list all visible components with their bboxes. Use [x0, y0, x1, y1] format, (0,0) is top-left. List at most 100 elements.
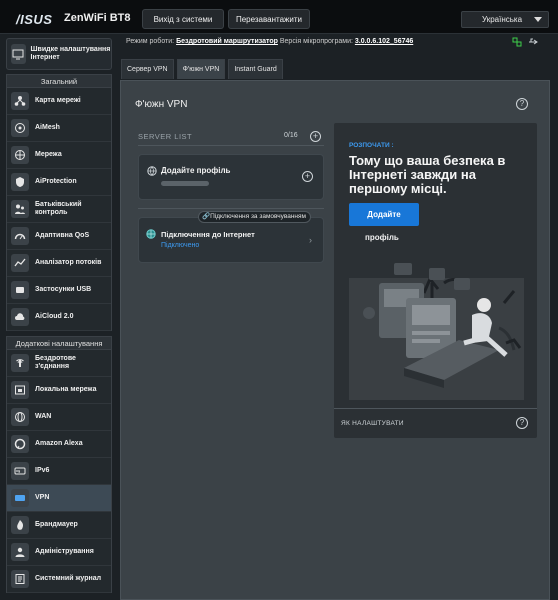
sidebar-item-label: AiProtection — [35, 178, 77, 185]
sidebar-item-label: AiCloud 2.0 — [35, 313, 74, 320]
default-connection-label: Підключення за замовчуванням — [210, 213, 306, 220]
divider — [138, 208, 324, 209]
sidebar-item-syslog[interactable]: Системний журнал — [7, 566, 111, 593]
chevron-down-icon — [534, 17, 542, 22]
internet-connection-card[interactable]: Підключення до Інтернет Підключено › — [138, 217, 324, 263]
server-count: 0/16 — [284, 132, 298, 139]
top-bar: /ISUS ZenWiFi BT8 Вихід з системи Переза… — [0, 0, 558, 34]
network-icon — [11, 146, 29, 164]
tab-vpn-server[interactable]: Сервер VPN — [121, 59, 174, 79]
add-profile-icon[interactable]: + — [302, 171, 313, 182]
link-icon: 🔗 — [202, 213, 211, 220]
add-profile-title: Додайте профіль — [161, 166, 231, 175]
sidebar-item-aimesh[interactable]: AiMesh — [7, 115, 111, 142]
quick-setup-icon — [11, 44, 26, 64]
network-map-icon — [11, 92, 29, 110]
sidebar-item-label: Адміністрування — [35, 548, 94, 555]
promo-card: РОЗПОЧАТИ : Тому що ваша безпека в Інтер… — [334, 123, 537, 438]
sidebar-item-qos[interactable]: Адаптивна QoS — [7, 223, 111, 250]
sidebar-item-network[interactable]: Мережа — [7, 142, 111, 169]
vpn-illustration — [349, 263, 524, 400]
help-icon[interactable]: ? — [516, 417, 528, 429]
main-panel: Ф'южн VPN ? SERVER LIST 0/16 + Додайте п… — [120, 80, 550, 600]
sidebar-item-aicloud[interactable]: AiCloud 2.0 — [7, 304, 111, 331]
sidebar-item-label: VPN — [35, 494, 50, 501]
firmware-link[interactable]: 3.0.0.6.102_56746 — [355, 38, 413, 45]
vpn-icon — [11, 489, 29, 507]
sidebar-item-usb[interactable]: Застосунки USB — [7, 277, 111, 304]
wireless-icon — [11, 354, 29, 372]
tab-vpn-fusion[interactable]: Ф'южн VPN — [176, 59, 226, 79]
sidebar-item-label: Системний журнал — [35, 575, 102, 582]
language-select[interactable]: Українська — [461, 11, 549, 28]
sidebar-item-vpn[interactable]: VPN — [7, 485, 111, 512]
sidebar-item-label: AiMesh — [35, 124, 60, 131]
sidebar-item-lan[interactable]: Локальна мережа — [7, 377, 111, 404]
quick-setup-button[interactable]: Швидке налаштування Інтернет — [6, 38, 112, 70]
help-icon[interactable]: ? — [516, 98, 528, 110]
sidebar-item-network-map[interactable]: Карта мережі — [7, 88, 111, 115]
connection-status: Підключено — [161, 242, 200, 249]
server-list-title: SERVER LIST — [138, 132, 193, 141]
sidebar-item-alexa[interactable]: Amazon Alexa — [7, 431, 111, 458]
language-value: Українська — [482, 15, 523, 24]
sidebar-item-label: IPv6 — [35, 467, 50, 474]
page-title: Ф'южн VPN — [135, 99, 188, 110]
firmware-label: Версія мікропрограми: — [279, 38, 353, 45]
quick-setup-label: Швидке налаштування Інтернет — [30, 46, 111, 61]
how-to-setup-link[interactable]: ЯК НАЛАШТУВАТИ — [341, 420, 404, 427]
promo-profile-label: профіль — [365, 233, 399, 242]
add-profile-card[interactable]: Додайте профіль + — [138, 154, 324, 200]
syslog-icon — [11, 570, 29, 588]
default-connection-badge: 🔗Підключення за замовчуванням — [198, 211, 311, 223]
mode-label: Режим роботи: — [126, 38, 175, 45]
sidebar-item-parental-control[interactable]: Батьківський контроль — [7, 196, 111, 223]
sidebar-item-label: Аналізатор потоків — [35, 259, 102, 266]
alexa-icon — [11, 435, 29, 453]
add-profile-button[interactable]: Додайте — [349, 203, 419, 226]
parental-control-icon — [11, 200, 29, 218]
promo-kicker: РОЗПОЧАТИ : — [349, 142, 394, 149]
usb-status-icon[interactable] — [528, 37, 538, 47]
sidebar-item-label: Мережа — [35, 151, 62, 158]
aiprotection-icon — [11, 173, 29, 191]
mode-link[interactable]: Бездротовий маршрутизатор — [176, 38, 278, 45]
tab-instant-guard[interactable]: Instant Guard — [228, 59, 283, 79]
network-status-icon[interactable] — [512, 37, 522, 47]
sidebar-item-label: Карта мережі — [35, 97, 81, 104]
sidebar-item-label: Адаптивна QoS — [35, 232, 90, 239]
ipv6-icon — [11, 462, 29, 480]
general-section-title: Загальний — [6, 74, 112, 88]
general-menu: Карта мережі AiMesh Мережа AiProtection … — [6, 88, 112, 331]
sidebar-item-wan[interactable]: WAN — [7, 404, 111, 431]
usb-icon — [11, 281, 29, 299]
sidebar-item-label: Amazon Alexa — [35, 440, 83, 447]
firewall-icon — [11, 516, 29, 534]
promo-headline: Тому що ваша безпека в Інтернеті завжди … — [349, 153, 506, 196]
lan-icon — [11, 381, 29, 399]
model-name: ZenWiFi BT8 — [64, 12, 131, 24]
qos-icon — [11, 227, 29, 245]
wan-icon — [11, 408, 29, 426]
advanced-section-title: Додаткові налаштування — [6, 336, 112, 350]
sidebar-item-traffic-analyzer[interactable]: Аналізатор потоків — [7, 250, 111, 277]
sidebar-item-aiprotection[interactable]: AiProtection — [7, 169, 111, 196]
add-server-icon[interactable]: + — [310, 131, 321, 142]
sidebar-item-wireless[interactable]: Бездротове з'єднання — [7, 350, 111, 377]
sidebar-item-ipv6[interactable]: IPv6 — [7, 458, 111, 485]
divider — [138, 145, 324, 146]
traffic-analyzer-icon — [11, 254, 29, 272]
logout-button[interactable]: Вихід з системи — [142, 9, 224, 29]
status-icons — [512, 37, 538, 47]
sidebar-item-label: Брандмауер — [35, 521, 78, 528]
sidebar-item-label: WAN — [35, 413, 52, 420]
sidebar-item-label: Застосунки USB — [35, 286, 92, 293]
aimesh-icon — [11, 119, 29, 137]
globe-icon — [146, 229, 156, 239]
sidebar-item-firewall[interactable]: Брандмауер — [7, 512, 111, 539]
sidebar-item-admin[interactable]: Адміністрування — [7, 539, 111, 566]
status-line: Режим роботи: Бездротовий маршрутизатор … — [126, 38, 413, 45]
reboot-button[interactable]: Перезавантажити — [228, 9, 310, 29]
internet-connection-title: Підключення до Інтернет — [161, 230, 255, 239]
placeholder-bar — [161, 181, 209, 186]
